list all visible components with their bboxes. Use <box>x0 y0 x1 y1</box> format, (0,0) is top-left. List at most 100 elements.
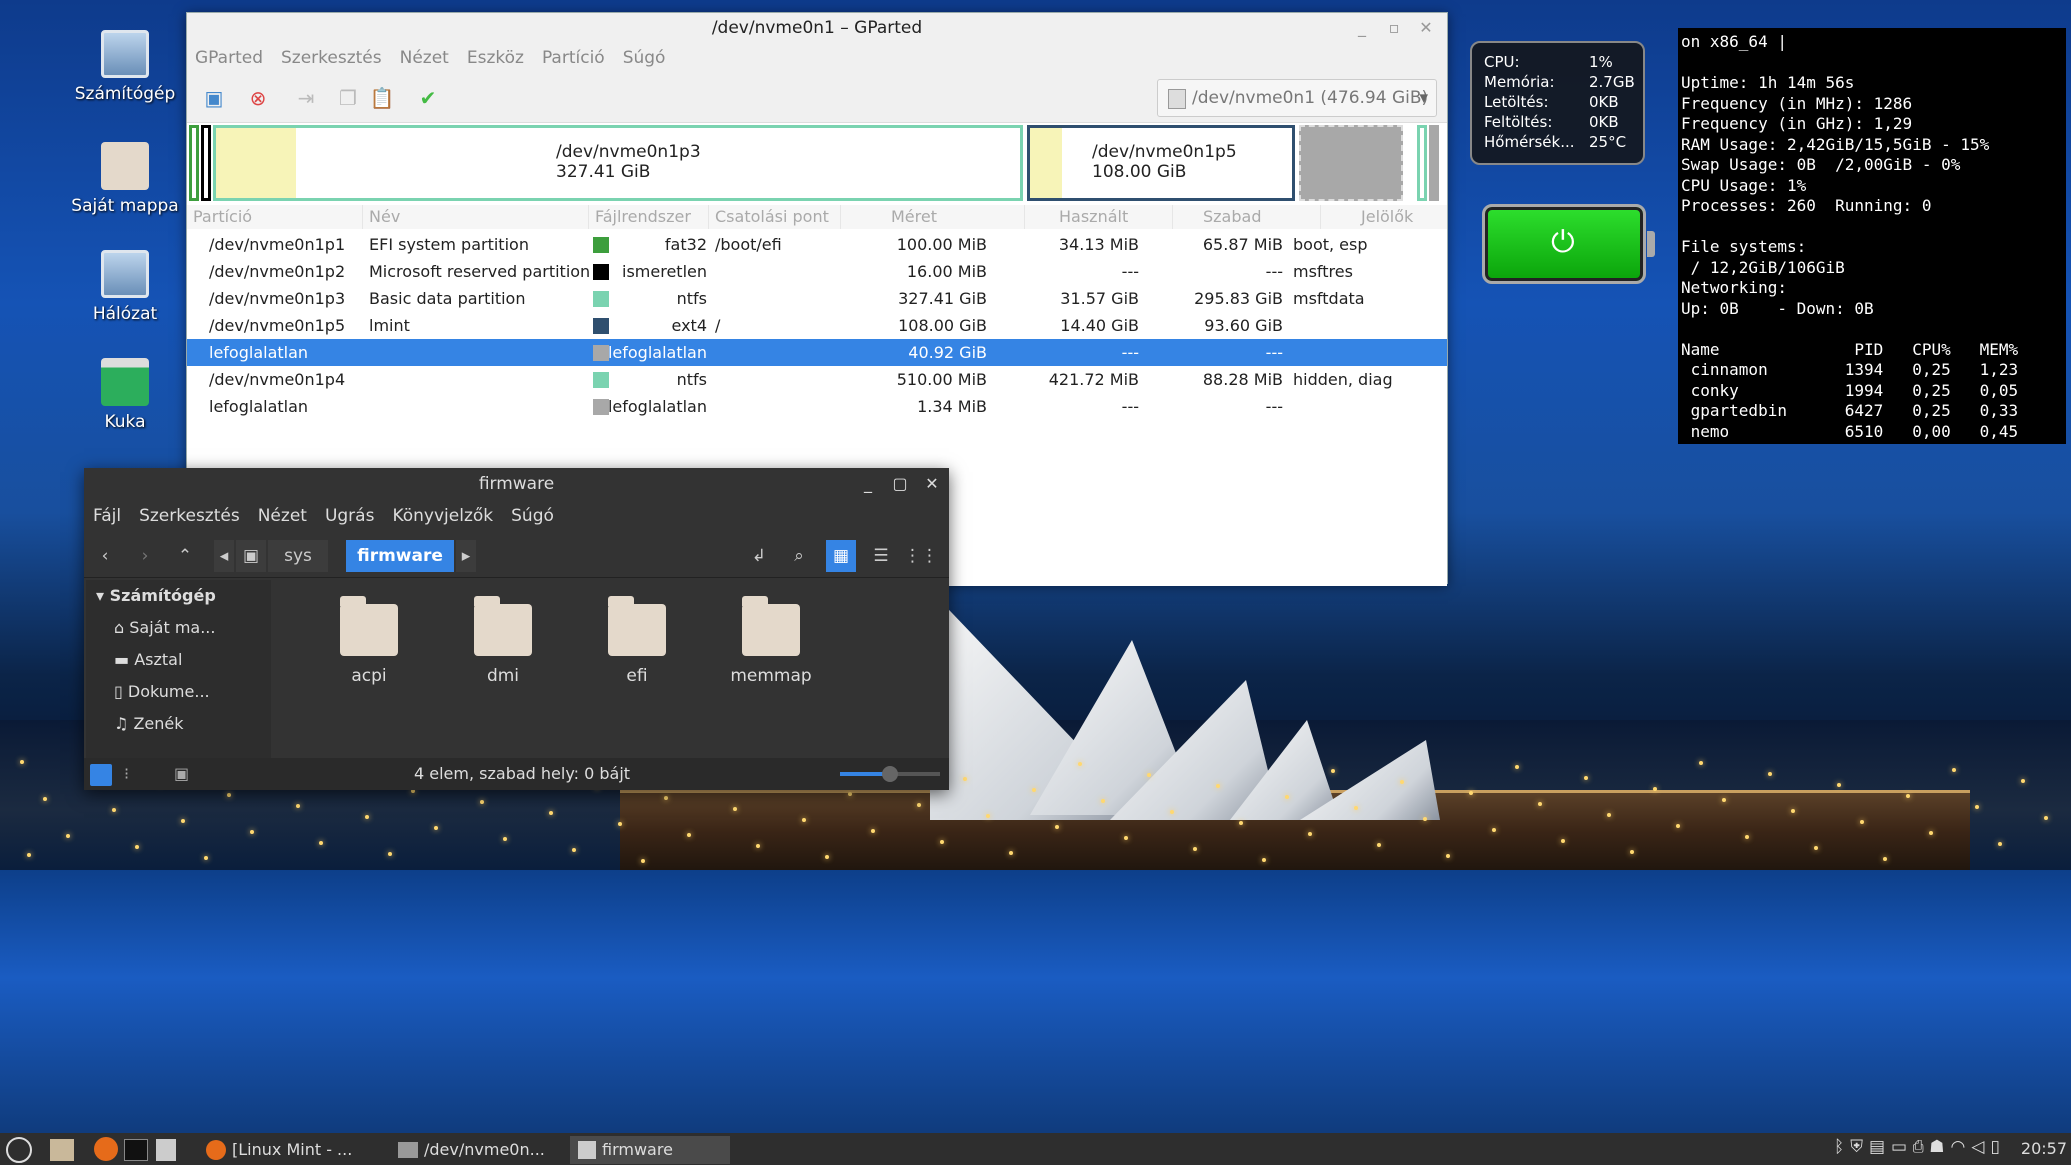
sidebar-item-home[interactable]: ⌂ Saját ma... <box>86 612 271 644</box>
menu-icon[interactable] <box>6 1137 32 1163</box>
new-partition-icon[interactable]: ▣ <box>199 83 229 113</box>
table-row[interactable]: lefoglalatlan lefoglalatlan 1.34 MiB --- --- <box>187 393 1447 420</box>
path-button-firmware[interactable]: firmware <box>346 540 454 572</box>
up-icon[interactable]: ⌃ <box>170 540 200 572</box>
paste-icon[interactable]: 📋 <box>367 83 397 113</box>
text-editor-icon[interactable] <box>156 1139 176 1161</box>
resize-icon[interactable]: ⇥ <box>291 83 321 113</box>
bluetooth-icon[interactable]: ᛒ <box>1834 1137 1850 1157</box>
root-drive-icon[interactable]: ▣ <box>236 540 266 572</box>
back-icon[interactable]: ‹ <box>90 540 120 572</box>
table-row[interactable]: /dev/nvme0n1p3 Basic data partition ntfs 32… <box>187 285 1447 312</box>
partition-block-p5[interactable]: /dev/nvme0n1p5 108.00 GiB <box>1027 125 1295 201</box>
drive-icon[interactable]: ▤ <box>1869 1137 1891 1157</box>
task-firefox[interactable]: [Linux Mint - ... <box>200 1136 378 1164</box>
menu-partition[interactable]: Partíció <box>542 43 605 73</box>
partition-block-p3[interactable]: /dev/nvme0n1p3 327.41 GiB <box>213 125 1023 201</box>
list-view-icon[interactable]: ☰ <box>866 540 896 572</box>
minimize-button[interactable]: _ <box>855 468 881 500</box>
sidebar-item-music[interactable]: ♫ Zenék <box>86 708 271 740</box>
sidebar-item-desktop[interactable]: ▬ Asztal <box>86 644 271 676</box>
task-nemo[interactable]: firmware <box>570 1136 730 1164</box>
menu-gparted[interactable]: GParted <box>195 43 263 73</box>
column-mountpoint[interactable]: Csatolási pont <box>709 205 841 229</box>
menu-file[interactable]: Fájl <box>93 500 121 532</box>
menu-edit[interactable]: Szerkesztés <box>281 43 382 73</box>
nemo-sidebar: ▾ Számítógép ⌂ Saját ma... ▬ Asztal ▯ Do… <box>86 580 271 758</box>
tree-icon[interactable]: ⁝ <box>124 758 129 790</box>
device-selector[interactable]: /dev/nvme0n1 (476.94 GiB) ▾ <box>1157 79 1437 117</box>
menu-device[interactable]: Eszköz <box>467 43 524 73</box>
zoom-slider-handle[interactable] <box>882 766 898 782</box>
unallocated-block-small[interactable] <box>1429 125 1439 201</box>
column-filesystem[interactable]: Fájlrendszer <box>589 205 709 229</box>
column-free[interactable]: Szabad <box>1173 205 1321 229</box>
terminal-icon[interactable] <box>124 1139 148 1161</box>
column-used[interactable]: Használt <box>1025 205 1173 229</box>
desktop-icon-network[interactable]: Hálózat <box>60 250 190 324</box>
table-row[interactable]: lefoglalatlan lefoglalatlan 40.92 GiB --- --… <box>187 339 1447 366</box>
file-item-efi[interactable]: efi <box>582 596 692 686</box>
partition-block-p2[interactable] <box>201 125 211 201</box>
forward-icon[interactable]: › <box>130 540 160 572</box>
column-flags[interactable]: Jelölők <box>1321 205 1447 229</box>
network-icon[interactable]: ▭ <box>1891 1137 1913 1157</box>
menu-bookmarks[interactable]: Könyvjelzők <box>392 500 493 532</box>
table-row[interactable]: /dev/nvme0n1p2 Microsoft reserved partiti… <box>187 258 1447 285</box>
unallocated-block[interactable] <box>1299 125 1403 201</box>
menu-help[interactable]: Súgó <box>623 43 666 73</box>
places-icon[interactable] <box>90 764 112 786</box>
maximize-button[interactable]: ▢ <box>887 468 913 500</box>
firefox-icon[interactable] <box>94 1137 118 1161</box>
table-row[interactable]: /dev/nvme0n1p4 ntfs 510.00 MiB 421.72 MiB 88… <box>187 366 1447 393</box>
filesystem-color-swatch <box>593 399 609 415</box>
volume-icon[interactable]: ◁ <box>1971 1137 1990 1157</box>
sidebar-header-computer[interactable]: ▾ Számítógép <box>86 580 271 612</box>
toggle-location-icon[interactable]: ↲ <box>744 540 774 572</box>
minimize-button[interactable]: _ <box>1349 13 1375 43</box>
close-button[interactable]: ✕ <box>1413 13 1439 43</box>
nemo-toolbar: ‹ › ⌃ ◂ ▣ sys firmware ▸ ↲ ⌕ ▦ ☰ ⋮⋮ <box>84 532 949 578</box>
apply-icon[interactable]: ✔ <box>413 83 443 113</box>
desktop-icon-computer[interactable]: Számítógép <box>60 30 190 104</box>
menu-edit[interactable]: Szerkesztés <box>139 500 240 532</box>
copy-icon[interactable]: ❐ <box>333 83 363 113</box>
maximize-button[interactable]: ▫ <box>1381 13 1407 43</box>
sidebar-item-label: Asztal <box>134 650 183 669</box>
compact-view-icon[interactable]: ⋮⋮ <box>904 540 938 572</box>
menu-help[interactable]: Súgó <box>511 500 554 532</box>
column-name[interactable]: Név <box>363 205 589 229</box>
menu-view[interactable]: Nézet <box>258 500 307 532</box>
shield-icon[interactable]: ⛨ <box>1850 1137 1869 1157</box>
file-item-acpi[interactable]: acpi <box>314 596 424 686</box>
file-item-dmi[interactable]: dmi <box>448 596 558 686</box>
path-left-icon[interactable]: ◂ <box>214 540 234 572</box>
column-size[interactable]: Méret <box>841 205 1025 229</box>
search-icon[interactable]: ⌕ <box>784 540 814 572</box>
delete-icon[interactable]: ⊗ <box>243 83 273 113</box>
wifi-icon[interactable]: ◠ <box>1951 1137 1972 1157</box>
city-light <box>1860 820 1864 824</box>
path-button-sys[interactable]: sys <box>268 540 328 572</box>
printer-icon[interactable]: ⎙ <box>1913 1137 1929 1157</box>
icon-view-icon[interactable]: ▦ <box>826 540 856 572</box>
table-row[interactable]: /dev/nvme0n1p1 EFI system partition fat32 /… <box>187 231 1447 258</box>
gparted-icon <box>398 1142 418 1158</box>
battery-icon[interactable]: ▯ <box>1990 1137 2005 1157</box>
close-button[interactable]: ✕ <box>919 468 945 500</box>
desktop-icon-home[interactable]: Saját mappa <box>60 142 190 216</box>
menu-go[interactable]: Ugrás <box>325 500 375 532</box>
column-partition[interactable]: Partíció <box>187 205 363 229</box>
partition-block-p1[interactable] <box>189 125 199 201</box>
menu-view[interactable]: Nézet <box>400 43 449 73</box>
sidebar-toggle-icon[interactable]: ▣ <box>174 758 189 790</box>
sidebar-item-documents[interactable]: ▯ Dokume... <box>86 676 271 708</box>
desktop-icon-trash[interactable]: Kuka <box>60 358 190 432</box>
path-right-icon[interactable]: ▸ <box>456 540 476 572</box>
file-item-memmap[interactable]: memmap <box>716 596 826 686</box>
user-icon[interactable]: ☗ <box>1929 1137 1950 1157</box>
task-gparted[interactable]: /dev/nvme0n... <box>392 1136 564 1164</box>
partition-block-p4[interactable] <box>1417 125 1427 201</box>
files-icon[interactable] <box>50 1139 74 1161</box>
table-row[interactable]: /dev/nvme0n1p5 lmint ext4 / 108.00 GiB 14.40 … <box>187 312 1447 339</box>
